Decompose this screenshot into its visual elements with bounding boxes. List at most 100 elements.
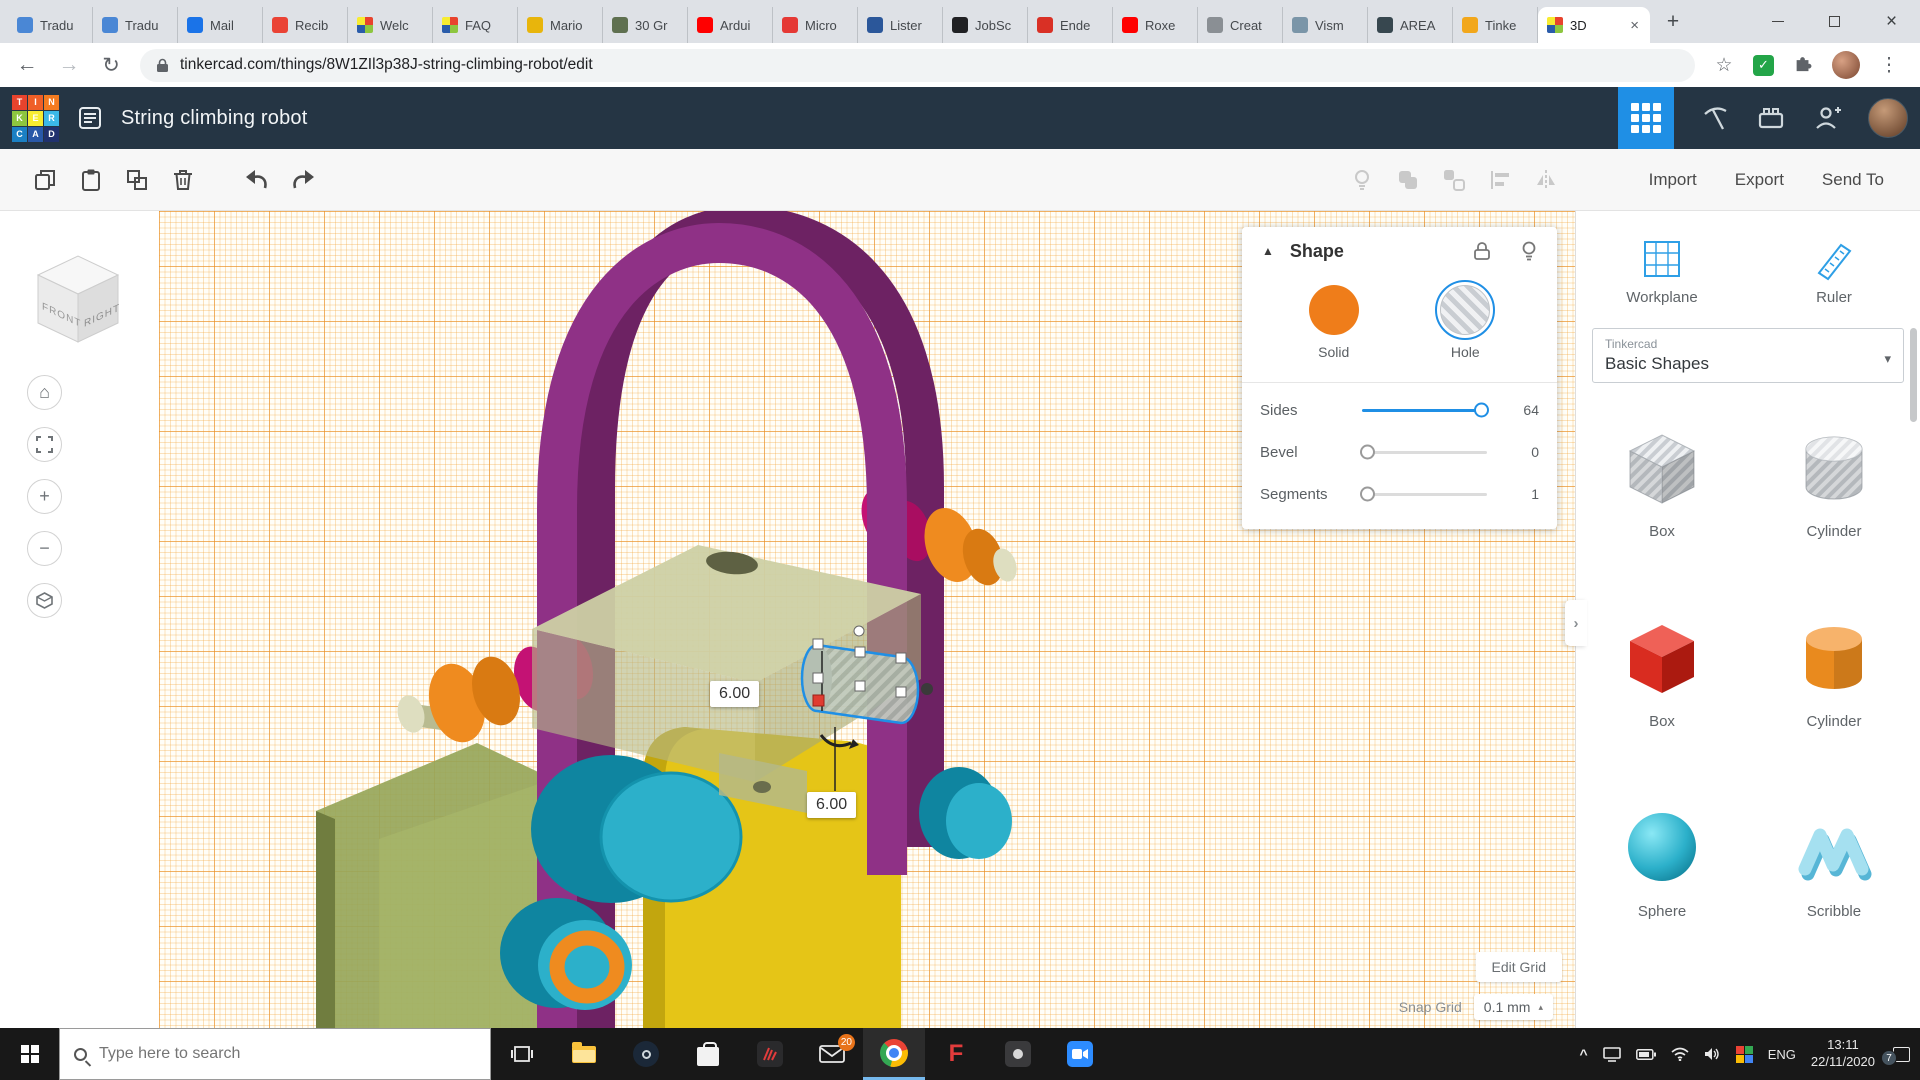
browser-tab[interactable]: Tradu: [93, 7, 178, 43]
browser-tab[interactable]: Creat: [1198, 7, 1283, 43]
material-solid-option[interactable]: Solid: [1309, 285, 1359, 360]
tab-close-icon[interactable]: ×: [1628, 17, 1641, 34]
dimension-input[interactable]: 6.00: [710, 681, 759, 707]
bevel-slider[interactable]: [1362, 451, 1487, 454]
action-center-button[interactable]: 7: [1890, 1044, 1912, 1064]
browser-menu-icon[interactable]: ⋮: [1876, 54, 1902, 77]
extensions-puzzle-icon[interactable]: [1790, 52, 1816, 78]
battery-icon[interactable]: [1636, 1049, 1656, 1060]
bookmark-star-icon[interactable]: ☆: [1711, 54, 1737, 77]
sidebar-collapse-button[interactable]: ›: [1565, 600, 1587, 646]
shape-tile-sphere[interactable]: Sphere: [1576, 793, 1748, 983]
workplane-tool[interactable]: Workplane: [1576, 237, 1748, 306]
zoom-in-button[interactable]: +: [27, 479, 62, 514]
video-app-button[interactable]: [1049, 1028, 1111, 1080]
browser-tab[interactable]: 3D×: [1538, 7, 1650, 43]
display-icon[interactable]: [1603, 1047, 1621, 1062]
design-menu-icon[interactable]: [77, 105, 103, 131]
taskbar-search[interactable]: [59, 1028, 491, 1080]
refresh-icon[interactable]: ↻: [98, 53, 124, 78]
lock-icon[interactable]: [1473, 241, 1491, 261]
back-icon[interactable]: ←: [14, 53, 40, 77]
window-minimize-button[interactable]: [1749, 0, 1806, 43]
ruler-tool[interactable]: Ruler: [1748, 237, 1920, 306]
send-to-button[interactable]: Send To: [1808, 162, 1898, 198]
shape-category-dropdown[interactable]: Tinkercad Basic Shapes ▾: [1592, 328, 1904, 383]
browser-tab[interactable]: AREA: [1368, 7, 1453, 43]
bricks-icon[interactable]: [1756, 103, 1786, 133]
f-app-button[interactable]: F: [925, 1028, 987, 1080]
browser-tab[interactable]: 30 Gr: [603, 7, 688, 43]
align-icon[interactable]: [1477, 160, 1523, 200]
tinkercad-logo[interactable]: T I N K E R C A D: [12, 95, 59, 142]
paste-icon[interactable]: [68, 160, 114, 200]
browser-tab[interactable]: Ardui: [688, 7, 773, 43]
ungroup-icon[interactable]: [1431, 160, 1477, 200]
home-view-button[interactable]: ⌂: [27, 375, 62, 410]
view-3d-button[interactable]: [1618, 87, 1674, 149]
store-button[interactable]: [677, 1028, 739, 1080]
window-maximize-button[interactable]: [1806, 0, 1863, 43]
dark-app-button[interactable]: [987, 1028, 1049, 1080]
shape-tile-cylinder-orange[interactable]: Cylinder: [1748, 603, 1920, 793]
show-all-bulb-icon[interactable]: [1339, 160, 1385, 200]
visibility-bulb-icon[interactable]: [1521, 241, 1537, 262]
extension-check-icon[interactable]: ✓: [1753, 55, 1774, 76]
segments-slider[interactable]: [1362, 493, 1487, 496]
volume-icon[interactable]: [1704, 1047, 1721, 1061]
browser-profile-avatar[interactable]: [1832, 51, 1860, 79]
perspective-toggle-button[interactable]: [27, 583, 62, 618]
shape-tile-scribble[interactable]: Scribble: [1748, 793, 1920, 983]
colla­borate-person-icon[interactable]: [1812, 103, 1842, 133]
sides-slider[interactable]: [1362, 409, 1487, 412]
group-icon[interactable]: [1385, 160, 1431, 200]
shape-tile-cylinder-hole[interactable]: Cylinder: [1748, 413, 1920, 603]
shape-tile-box-hole[interactable]: Box: [1576, 413, 1748, 603]
game-app-button[interactable]: [739, 1028, 801, 1080]
forward-icon[interactable]: →: [56, 53, 82, 77]
dimension-input[interactable]: 6.00: [807, 792, 856, 818]
3d-canvas[interactable]: 6.00 6.00 ▲ Shape Solid: [159, 211, 1575, 1028]
slider-knob[interactable]: [1474, 403, 1489, 418]
browser-tab[interactable]: Welc: [348, 7, 433, 43]
wifi-icon[interactable]: [1671, 1047, 1689, 1061]
browser-tab[interactable]: Roxe: [1113, 7, 1198, 43]
browser-tab[interactable]: Micro: [773, 7, 858, 43]
browser-tab[interactable]: Recib: [263, 7, 348, 43]
copy-icon[interactable]: [22, 160, 68, 200]
mirror-icon[interactable]: [1523, 160, 1569, 200]
search-input[interactable]: [99, 1045, 476, 1063]
mail-app-button[interactable]: 20: [801, 1028, 863, 1080]
start-button[interactable]: [0, 1028, 59, 1080]
tray-expand-icon[interactable]: ^: [1580, 1046, 1588, 1062]
edit-grid-button[interactable]: Edit Grid: [1476, 952, 1562, 982]
shape-tile-box-red[interactable]: Box: [1576, 603, 1748, 793]
file-explorer-button[interactable]: [553, 1028, 615, 1080]
browser-tab[interactable]: Lister: [858, 7, 943, 43]
snap-grid-dropdown[interactable]: 0.1 mm ▴: [1474, 994, 1553, 1020]
panel-collapse-icon[interactable]: ▲: [1262, 244, 1274, 258]
browser-tab[interactable]: Mario: [518, 7, 603, 43]
blocks-pickaxe-icon[interactable]: [1700, 103, 1730, 133]
slider-knob[interactable]: [1360, 445, 1375, 460]
import-button[interactable]: Import: [1635, 162, 1711, 198]
user-avatar[interactable]: [1868, 98, 1908, 138]
browser-tab[interactable]: Tradu: [8, 7, 93, 43]
browser-tab[interactable]: FAQ: [433, 7, 518, 43]
steam-button[interactable]: [615, 1028, 677, 1080]
new-tab-button[interactable]: +: [1656, 5, 1690, 39]
export-button[interactable]: Export: [1721, 162, 1798, 198]
browser-tab[interactable]: JobSc: [943, 7, 1028, 43]
slider-knob[interactable]: [1360, 487, 1375, 502]
clock[interactable]: 13:11 22/11/2020: [1811, 1037, 1875, 1071]
zoom-out-button[interactable]: −: [27, 531, 62, 566]
browser-tab[interactable]: Ende: [1028, 7, 1113, 43]
material-hole-option[interactable]: Hole: [1440, 285, 1490, 360]
undo-icon[interactable]: [234, 160, 280, 200]
sidebar-scrollbar[interactable]: [1910, 328, 1917, 422]
chrome-button[interactable]: [863, 1028, 925, 1080]
window-close-button[interactable]: ×: [1863, 0, 1920, 43]
duplicate-icon[interactable]: [114, 160, 160, 200]
delete-icon[interactable]: [160, 160, 206, 200]
browser-tab[interactable]: Mail: [178, 7, 263, 43]
